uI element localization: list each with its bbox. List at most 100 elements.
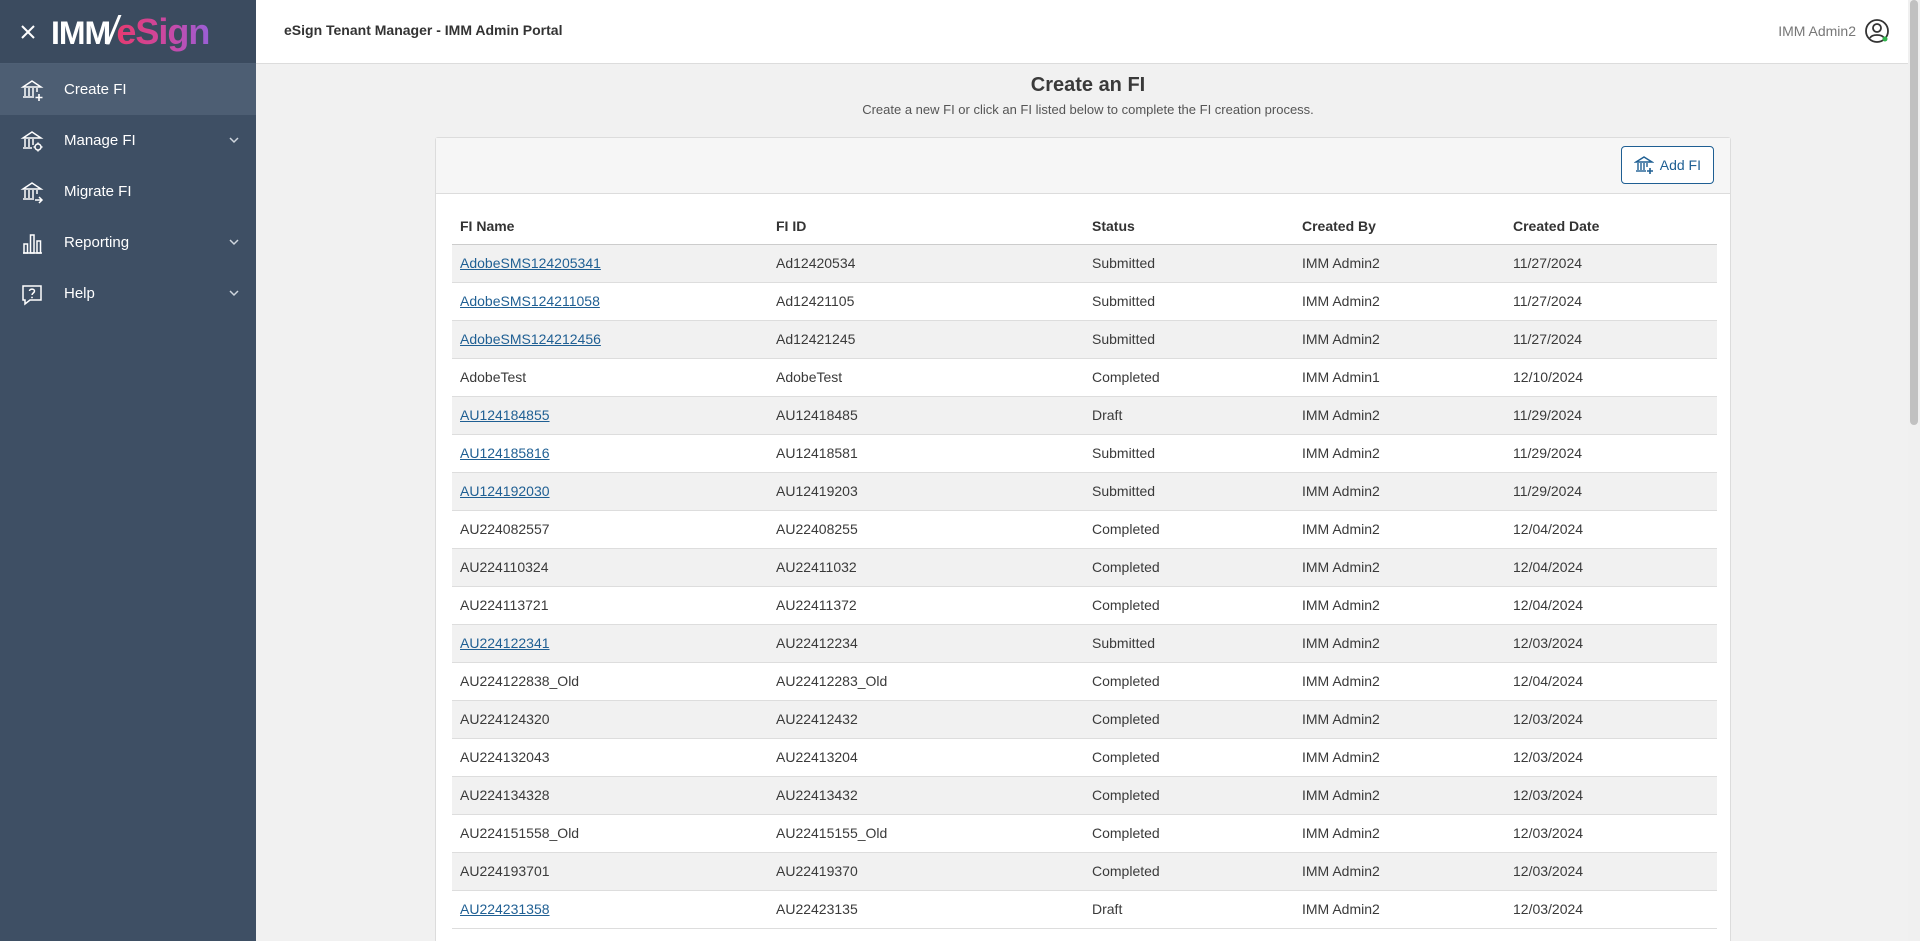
cell-created-by: IMM Admin2 xyxy=(1294,700,1505,739)
cell-fi-name: AU124184855 xyxy=(452,396,768,435)
sidebar-item-label: Help xyxy=(64,285,95,302)
cell-status: Completed xyxy=(1084,814,1294,853)
cell-fi-name: AU224124320 xyxy=(452,700,768,739)
chevron-down-icon xyxy=(228,235,240,253)
cell-fi-name: AU224132043 xyxy=(452,738,768,777)
cell-status: Completed xyxy=(1084,548,1294,587)
table-row: AU224193701 AU22419370 Completed IMM Admin2… xyxy=(452,852,1717,891)
cell-status: Completed xyxy=(1084,776,1294,815)
cell-fi-name: AU124192030 xyxy=(452,472,768,511)
table-row: AU224132043 AU22413204 Completed IMM Admin2… xyxy=(452,738,1717,777)
cell-fi-id: AU12419203 xyxy=(768,472,1084,511)
sidebar-header: IMM / eSign xyxy=(0,0,256,64)
cell-created-by: IMM Admin2 xyxy=(1294,434,1505,473)
table-row: AU224122838_Old AU22412283_Old Completed IM… xyxy=(452,662,1717,701)
cell-created-date: 12/03/2024 xyxy=(1505,700,1717,739)
cell-created-by: IMM Admin2 xyxy=(1294,890,1505,929)
cell-fi-id: AdobeTest xyxy=(768,358,1084,397)
cell-fi-name: AU224134328 xyxy=(452,776,768,815)
cell-status: Completed xyxy=(1084,586,1294,625)
table-row: AU224122341 AU22412234 Submitted IMM Admin2… xyxy=(452,624,1717,663)
column-header-fi-id[interactable]: FI ID xyxy=(768,208,1084,245)
cell-fi-name: AU224082557 xyxy=(452,510,768,549)
cell-status: Draft xyxy=(1084,396,1294,435)
nav-list: Create FI Manage FI Migrate FI Reporting Hel… xyxy=(0,64,256,319)
cell-created-date: 11/29/2024 xyxy=(1505,434,1717,473)
table-row: AU224113721 AU22411372 Completed IMM Admin2… xyxy=(452,586,1717,625)
cell-fi-id: AU22412234 xyxy=(768,624,1084,663)
close-sidebar-button[interactable] xyxy=(13,17,43,47)
cell-fi-name: AdobeSMS124212456 xyxy=(452,320,768,359)
cell-fi-id: AU22413432 xyxy=(768,776,1084,815)
page-title: Create an FI xyxy=(1030,74,1146,96)
table-row: AU224231358 AU22423135 Draft IMM Admin2 12/0… xyxy=(452,890,1717,929)
bank-add-icon xyxy=(20,78,44,102)
add-fi-button-label: Add FI xyxy=(1659,157,1701,173)
cell-status: Completed xyxy=(1084,662,1294,701)
column-header-fi-name[interactable]: FI Name xyxy=(452,208,768,245)
fi-name-link[interactable]: AdobeSMS124205341 xyxy=(460,255,601,271)
fi-name-link[interactable]: AU224231358 xyxy=(460,901,550,917)
portal-title: eSign Tenant Manager - IMM Admin Portal xyxy=(284,22,563,38)
sidebar-item-label: Create FI xyxy=(64,81,127,98)
fi-name-link[interactable]: AdobeSMS124211058 xyxy=(460,293,600,309)
column-header-status[interactable]: Status xyxy=(1084,208,1294,245)
sidebar-item-create-fi[interactable]: Create FI xyxy=(0,64,256,115)
add-fi-button[interactable]: Add FI xyxy=(1620,146,1714,184)
cell-fi-id: Ad12421105 xyxy=(768,282,1084,321)
bank-add-icon xyxy=(1633,156,1654,174)
cell-fi-id: Ad12421245 xyxy=(768,320,1084,359)
cell-status: Completed xyxy=(1084,358,1294,397)
fi-name-link[interactable]: AU124185816 xyxy=(460,445,550,461)
sidebar-item-manage-fi[interactable]: Manage FI xyxy=(0,115,256,166)
cell-fi-name: AU124185816 xyxy=(452,434,768,473)
cell-fi-id: AU22419370 xyxy=(768,852,1084,891)
cell-fi-name: AU224151558_Old xyxy=(452,814,768,853)
sidebar-item-migrate-fi[interactable]: Migrate FI xyxy=(0,166,256,217)
cell-created-date: 12/04/2024 xyxy=(1505,548,1717,587)
user-name: IMM Admin2 xyxy=(1778,23,1856,39)
bank-gear-icon xyxy=(20,129,44,153)
sidebar-item-help[interactable]: Help xyxy=(0,268,256,319)
logo-esign-text: eSign xyxy=(116,11,210,52)
table-row: AdobeSMS124205341 Ad12420534 Submitted IMM … xyxy=(452,244,1717,283)
cell-fi-id: AU12418485 xyxy=(768,396,1084,435)
table-header-row: FI Name FI ID Status Created By Created … xyxy=(452,208,1717,245)
cell-fi-name: AdobeTest xyxy=(452,358,768,397)
cell-fi-name: AU224193701 xyxy=(452,852,768,891)
cell-fi-name: AU224122838_Old xyxy=(452,662,768,701)
table-row: AU124184855 AU12418485 Draft IMM Admin2 11/2… xyxy=(452,396,1717,435)
cell-fi-name: AU224113721 xyxy=(452,586,768,625)
table-body: AdobeSMS124205341 Ad12420534 Submitted IMM … xyxy=(452,244,1717,929)
column-header-created-date[interactable]: Created Date xyxy=(1505,208,1717,245)
cell-created-date: 12/03/2024 xyxy=(1505,624,1717,663)
chevron-down-icon xyxy=(228,286,240,304)
cell-created-by: IMM Admin2 xyxy=(1294,814,1505,853)
cell-created-date: 12/04/2024 xyxy=(1505,510,1717,549)
scrollbar-thumb[interactable] xyxy=(1910,0,1918,425)
cell-created-by: IMM Admin2 xyxy=(1294,776,1505,815)
user-menu[interactable]: IMM Admin2 xyxy=(1778,18,1890,44)
cell-created-by: IMM Admin2 xyxy=(1294,244,1505,283)
cell-fi-id: AU12418581 xyxy=(768,434,1084,473)
fi-name-link[interactable]: AdobeSMS124212456 xyxy=(460,331,601,347)
fi-name-link[interactable]: AU224122341 xyxy=(460,635,550,651)
cell-status: Completed xyxy=(1084,700,1294,739)
cell-status: Submitted xyxy=(1084,320,1294,359)
column-header-created-by[interactable]: Created By xyxy=(1294,208,1505,245)
cell-created-by: IMM Admin2 xyxy=(1294,852,1505,891)
top-bar: eSign Tenant Manager - IMM Admin Portal … xyxy=(256,0,1920,64)
logo: IMM / eSign xyxy=(51,9,210,54)
sidebar-item-reporting[interactable]: Reporting xyxy=(0,217,256,268)
user-avatar-icon xyxy=(1865,19,1889,43)
table-row: AU224124320 AU22412432 Completed IMM Admin2… xyxy=(452,700,1717,739)
bar-chart-icon xyxy=(20,231,44,255)
cell-fi-id: AU22412432 xyxy=(768,700,1084,739)
fi-name-link[interactable]: AU124192030 xyxy=(460,483,550,499)
cell-created-date: 11/27/2024 xyxy=(1505,320,1717,359)
table-row: AdobeSMS124212456 Ad12421245 Submitted IMM … xyxy=(452,320,1717,359)
page-scrollbar[interactable] xyxy=(1908,0,1920,941)
cell-status: Completed xyxy=(1084,852,1294,891)
fi-name-link[interactable]: AU124184855 xyxy=(460,407,550,423)
chevron-down-icon xyxy=(228,133,240,151)
